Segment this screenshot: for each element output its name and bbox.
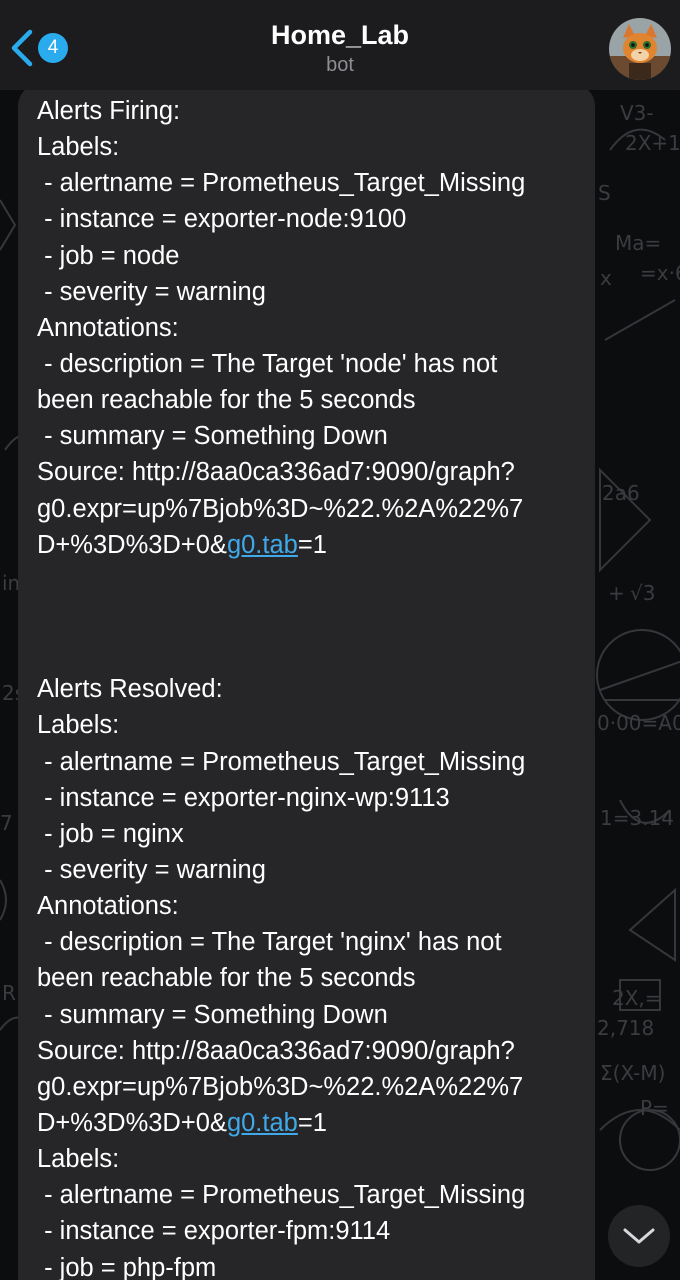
description-line: been reachable for the 5 seconds xyxy=(37,964,416,993)
source-text: D+%3D%3D+0& xyxy=(37,530,227,559)
summary-line: - summary = Something Down xyxy=(37,1000,388,1029)
label-line: - instance = exporter-fpm:9114 xyxy=(37,1217,391,1246)
chat-subtitle: bot xyxy=(326,54,354,76)
message-text: Alerts Firing: Labels: - alertname = Pro… xyxy=(37,93,582,1280)
label-line: - alertname = Prometheus_Target_Missing xyxy=(37,747,526,776)
svg-text:2a6: 2a6 xyxy=(602,481,640,505)
source-line: g0.expr=up%7Bjob%3D~%22.%2A%22%7 xyxy=(37,1072,524,1101)
svg-text:0·00=A0·0: 0·00=A0·0 xyxy=(597,711,680,735)
description-line: - description = The Target 'nginx' has n… xyxy=(37,928,502,957)
svg-text:√3: √3 xyxy=(630,581,655,605)
chat-screen: V3- 2X+13 S Ma= x =x·6 2a6 + √3 0·00=A0·… xyxy=(0,0,680,1280)
label-line: - alertname = Prometheus_Target_Missing xyxy=(37,1181,526,1210)
label-line: - instance = exporter-node:9100 xyxy=(37,205,407,234)
cat-avatar-icon[interactable] xyxy=(609,18,671,80)
labels-heading: Labels: xyxy=(37,133,120,162)
summary-line: - summary = Something Down xyxy=(37,422,388,451)
message-bubble[interactable]: Alerts Firing: Labels: - alertname = Pro… xyxy=(18,84,595,1280)
chevron-left-icon xyxy=(11,29,33,67)
source-text: =1 xyxy=(297,530,327,559)
svg-text:2X,=: 2X,= xyxy=(612,986,662,1010)
back-button[interactable]: 4 xyxy=(8,26,68,70)
svg-text:2,718: 2,718 xyxy=(597,1016,654,1040)
description-line: - description = The Target 'node' has no… xyxy=(37,349,498,378)
svg-text:2X+13: 2X+13 xyxy=(625,131,680,155)
label-line: - job = php-fpm xyxy=(37,1253,217,1280)
svg-text:Ma=: Ma= xyxy=(615,231,661,255)
label-line: - alertname = Prometheus_Target_Missing xyxy=(37,169,526,198)
svg-text:x: x xyxy=(600,266,612,290)
annotations-heading: Annotations: xyxy=(37,892,179,921)
svg-text:P=: P= xyxy=(640,1096,669,1120)
label-line: - job = node xyxy=(37,241,180,270)
scroll-to-bottom-button[interactable] xyxy=(608,1205,670,1267)
svg-text:Σ(X-M): Σ(X-M) xyxy=(600,1061,665,1085)
svg-text:S: S xyxy=(598,181,611,205)
chevron-down-icon xyxy=(623,1228,655,1244)
label-line: - severity = warning xyxy=(37,277,266,306)
annotations-heading: Annotations: xyxy=(37,313,179,342)
alerts-resolved-heading: Alerts Resolved: xyxy=(37,675,223,704)
source-text: =1 xyxy=(297,1108,327,1137)
chat-title-block[interactable]: Home_Lab bot xyxy=(140,18,540,78)
description-line: been reachable for the 5 seconds xyxy=(37,386,416,415)
labels-heading: Labels: xyxy=(37,711,120,740)
source-link[interactable]: g0.tab xyxy=(227,1109,298,1137)
svg-text:V3-: V3- xyxy=(620,101,654,125)
chat-title: Home_Lab xyxy=(270,20,410,50)
source-line: D+%3D%3D+0&g0.tab=1 xyxy=(37,527,582,563)
svg-text:R: R xyxy=(2,981,16,1005)
label-line: - instance = exporter-nginx-wp:9113 xyxy=(37,783,450,812)
svg-text:1=3.14: 1=3.14 xyxy=(600,806,674,830)
svg-text:=x·6: =x·6 xyxy=(640,261,680,285)
source-text: D+%3D%3D+0& xyxy=(37,1108,227,1137)
source-line: Source: http://8aa0ca336ad7:9090/graph? xyxy=(37,1036,515,1065)
source-line: g0.expr=up%7Bjob%3D~%22.%2A%22%7 xyxy=(37,494,524,523)
svg-text:7: 7 xyxy=(0,811,13,835)
source-line: D+%3D%3D+0&g0.tab=1 xyxy=(37,1105,582,1141)
label-line: - severity = warning xyxy=(37,855,266,884)
unread-count-badge: 4 xyxy=(38,33,68,63)
source-line: Source: http://8aa0ca336ad7:9090/graph? xyxy=(37,458,515,487)
alerts-firing-heading: Alerts Firing: xyxy=(37,97,181,125)
labels-heading: Labels: xyxy=(37,1145,120,1174)
source-link[interactable]: g0.tab xyxy=(227,531,298,559)
svg-text:+: + xyxy=(608,581,625,605)
label-line: - job = nginx xyxy=(37,819,184,848)
chat-header: 4 Home_Lab bot xyxy=(0,0,680,90)
